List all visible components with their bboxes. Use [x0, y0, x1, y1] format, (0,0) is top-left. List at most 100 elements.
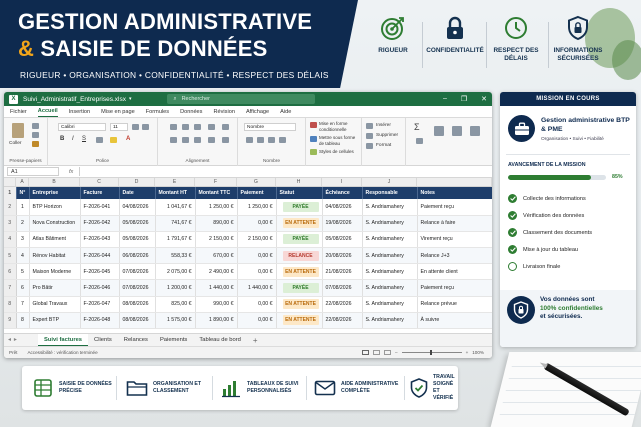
table-cell[interactable]: 05/08/2026	[322, 231, 363, 249]
fill-color-icon[interactable]	[110, 137, 117, 143]
merge-icon[interactable]	[222, 137, 229, 143]
table-cell[interactable]: F-2026-046	[80, 279, 120, 297]
table-cell[interactable]: Nova Construction	[29, 215, 81, 232]
column-letter[interactable]: G	[237, 178, 276, 186]
table-cell[interactable]: 890,00 €	[195, 215, 238, 232]
shrink-font-icon[interactable]	[142, 124, 149, 130]
row-number[interactable]: 6	[4, 263, 17, 281]
tab-donnees[interactable]: Données	[180, 109, 202, 117]
sheet-tab-clients[interactable]: Clients	[88, 334, 118, 347]
table-cell[interactable]: F-2026-047	[80, 296, 120, 313]
conditional-format-icon[interactable]	[310, 122, 317, 128]
table-cell[interactable]: 1	[16, 199, 30, 216]
minimize-icon[interactable]: –	[443, 95, 447, 103]
tab-accueil[interactable]: Accueil	[37, 108, 58, 117]
table-cell[interactable]: 22/08/2026	[322, 296, 363, 313]
borders-icon[interactable]	[96, 137, 103, 143]
dropdown-icon[interactable]: ▾	[129, 96, 132, 102]
normal-view-icon[interactable]	[362, 350, 369, 355]
currency-icon[interactable]	[246, 137, 253, 143]
table-cell[interactable]: S. Andriamahery	[362, 247, 418, 265]
table-cell[interactable]: 0,00 €	[237, 215, 277, 232]
font-color-icon[interactable]: A	[126, 136, 130, 142]
column-header[interactable]: Responsable	[362, 187, 418, 199]
table-cell[interactable]: 19/08/2026	[322, 215, 363, 232]
paste-icon[interactable]	[12, 123, 24, 138]
column-header[interactable]: Montant HT	[155, 187, 196, 199]
table-cell[interactable]: 1 890,00 €	[195, 312, 238, 330]
font-size-select[interactable]: 11	[110, 123, 128, 131]
percent-icon[interactable]	[257, 137, 264, 143]
tab-formules[interactable]: Formules	[146, 109, 169, 117]
table-cell[interactable]: 04/08/2026	[322, 199, 363, 216]
align-right-icon[interactable]	[194, 137, 201, 143]
table-cell[interactable]: Relance à faire	[417, 215, 492, 232]
format-painter-icon[interactable]	[32, 141, 39, 147]
table-cell[interactable]: Paiement reçu	[417, 199, 492, 216]
column-header[interactable]: Date	[119, 187, 156, 199]
table-format-icon[interactable]	[310, 136, 317, 142]
table-cell[interactable]: F-2026-045	[80, 263, 120, 281]
table-cell[interactable]: 05/08/2026	[119, 231, 156, 249]
table-cell[interactable]: 1 575,00 €	[155, 312, 196, 330]
close-icon[interactable]: ✕	[481, 95, 487, 103]
table-cell[interactable]: 3	[16, 231, 30, 249]
format-button[interactable]: Format	[376, 143, 391, 148]
table-cell[interactable]: Maison Moderne	[29, 263, 81, 281]
row-number[interactable]: 5	[4, 247, 17, 265]
table-cell[interactable]: 990,00 €	[195, 296, 238, 313]
status-cell[interactable]: EN ATTENTE	[276, 215, 323, 232]
row-number[interactable]: 9	[4, 312, 17, 330]
fill-icon[interactable]	[416, 138, 423, 144]
clear-icon[interactable]	[470, 126, 480, 136]
table-cell[interactable]: 07/08/2026	[119, 263, 156, 281]
table-cell[interactable]: 0,00 €	[237, 296, 277, 313]
row-number[interactable]: 8	[4, 296, 17, 313]
add-sheet-icon[interactable]: +	[253, 336, 258, 345]
status-cell[interactable]: EN ATTENTE	[276, 296, 323, 313]
column-header[interactable]: Paiement	[237, 187, 277, 199]
table-cell[interactable]: 4	[16, 247, 30, 265]
column-letter[interactable]: H	[276, 178, 322, 186]
table-cell[interactable]: S. Andriamahery	[362, 279, 418, 297]
page-layout-icon[interactable]	[373, 350, 380, 355]
copy-icon[interactable]	[32, 132, 39, 138]
row-number[interactable]: 3	[4, 215, 17, 232]
table-cell[interactable]: 07/08/2026	[119, 279, 156, 297]
status-cell[interactable]: PAYÉE	[276, 279, 323, 297]
cut-icon[interactable]	[32, 123, 39, 129]
formula-input[interactable]	[79, 167, 492, 176]
table-cell[interactable]: F-2026-041	[80, 199, 120, 216]
table-cell[interactable]: 825,00 €	[155, 296, 196, 313]
insert-button[interactable]: Insérer	[376, 123, 391, 128]
table-cell[interactable]: 22/08/2026	[322, 312, 363, 330]
table-cell[interactable]: S. Andriamahery	[362, 215, 418, 232]
table-cell[interactable]: Global Travaux	[29, 296, 81, 313]
status-cell[interactable]: RELANCE	[276, 247, 323, 265]
table-cell[interactable]: 2 150,00 €	[237, 231, 277, 249]
table-cell[interactable]: Pro Bâtir	[29, 279, 81, 297]
align-top-icon[interactable]	[170, 124, 177, 130]
table-cell[interactable]: Expert BTP	[29, 312, 81, 330]
column-header[interactable]: Facture	[80, 187, 120, 199]
table-cell[interactable]: 2 490,00 €	[195, 263, 238, 281]
column-letter[interactable]: A	[16, 178, 29, 186]
table-cell[interactable]: 2	[16, 215, 30, 232]
table-cell[interactable]: F-2026-043	[80, 231, 120, 249]
search-box[interactable]: ⌕ Rechercher	[167, 94, 316, 104]
align-bottom-icon[interactable]	[194, 124, 201, 130]
table-cell[interactable]: 0,00 €	[237, 312, 277, 330]
table-cell[interactable]: 1 250,00 €	[237, 199, 277, 216]
find-select-icon[interactable]	[452, 126, 462, 136]
thousands-icon[interactable]	[268, 137, 275, 143]
align-middle-icon[interactable]	[182, 124, 189, 130]
format-icon[interactable]	[366, 143, 373, 149]
select-all-corner[interactable]	[4, 178, 16, 186]
table-cell[interactable]: 558,33 €	[155, 247, 196, 265]
table-cell[interactable]: S. Andriamahery	[362, 199, 418, 216]
underline-icon[interactable]: S	[82, 136, 86, 142]
table-cell[interactable]: 7	[16, 296, 30, 313]
tab-aide[interactable]: Aide	[280, 109, 291, 117]
table-cell[interactable]: 20/08/2026	[322, 247, 363, 265]
table-cell[interactable]: 08/08/2026	[119, 296, 156, 313]
